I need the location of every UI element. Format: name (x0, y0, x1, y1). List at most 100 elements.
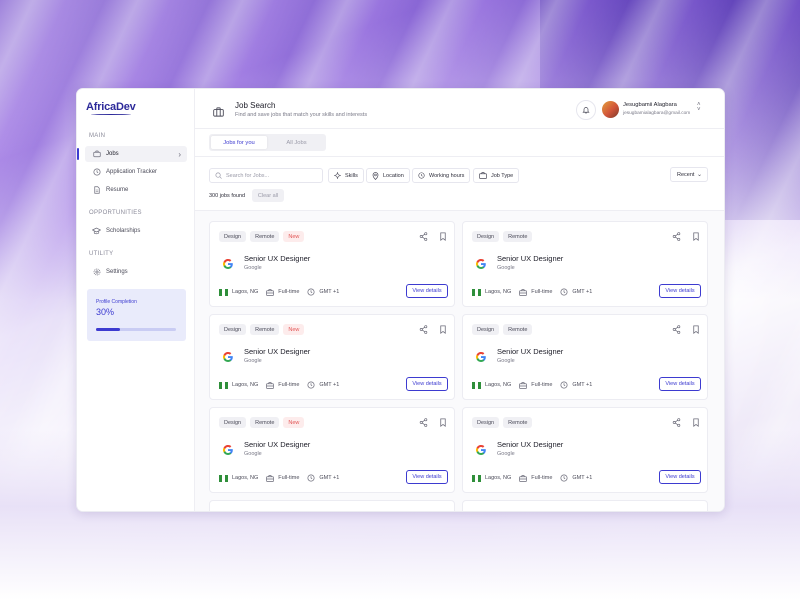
sparkle-icon (334, 172, 341, 179)
briefcase-icon (266, 288, 275, 296)
profile-completion-card[interactable]: Profile Completion 30% (87, 289, 186, 341)
company-name: Google (497, 265, 515, 271)
sort-select[interactable]: Recent ⌄ (670, 167, 708, 182)
sidebar-item-resume[interactable]: Resume (85, 182, 187, 198)
google-logo-icon (222, 443, 234, 455)
job-timezone: GMT +1 (572, 382, 593, 388)
share-icon[interactable] (418, 417, 428, 427)
job-card[interactable]: Design Remote Senior UX Designer Google L… (462, 407, 708, 493)
logo[interactable]: AfricaDev (86, 101, 136, 113)
clock-icon (560, 381, 568, 389)
search-placeholder: Search for Jobs... (226, 172, 270, 179)
nigeria-flag-icon (219, 288, 228, 296)
logo-swoosh (91, 113, 131, 115)
filter-label: Working hours (429, 172, 465, 179)
job-meta: Lagos, NG Full-time GMT +1 (472, 288, 592, 296)
google-logo-icon (222, 257, 234, 269)
job-type: Full-time (278, 475, 300, 481)
company-name: Google (497, 358, 515, 364)
bookmark-icon[interactable] (438, 324, 448, 334)
company-name: Google (244, 265, 262, 271)
briefcase-icon (519, 474, 528, 482)
location-pin-icon (372, 171, 379, 180)
view-details-button[interactable]: View details (406, 470, 448, 484)
bookmark-icon[interactable] (691, 324, 701, 334)
page-title: Job Search (235, 101, 276, 110)
gear-icon (92, 268, 101, 277)
filter-label: Location (383, 172, 404, 179)
job-location: Lagos, NG (485, 475, 512, 481)
document-icon (92, 186, 101, 195)
notification-button[interactable] (576, 100, 596, 120)
bookmark-icon[interactable] (438, 417, 448, 427)
page-header: Job Search Find and save jobs that match… (195, 89, 724, 129)
job-card[interactable]: Design Remote New Senior UX Designer Googl… (209, 221, 455, 307)
company-name: Google (244, 358, 262, 364)
job-tags: Design Remote (472, 231, 533, 242)
company-name: Google (244, 451, 262, 457)
sidebar-item-label: Scholarships (106, 228, 141, 234)
share-icon[interactable] (418, 324, 428, 334)
sidebar-item-settings[interactable]: Settings (85, 264, 187, 280)
sidebar-item-application-tracker[interactable]: Application Tracker (85, 164, 187, 180)
clock-icon (307, 474, 315, 482)
job-tag: Design (472, 231, 500, 242)
job-location: Lagos, NG (232, 475, 259, 481)
search-icon (215, 172, 222, 179)
nigeria-flag-icon (219, 474, 228, 482)
filter-skills-button[interactable]: Skills (328, 168, 364, 183)
jobs-count: 300 jobs found (209, 193, 246, 199)
job-location: Lagos, NG (485, 382, 512, 388)
tab-jobs-for-you[interactable]: Jobs for you (211, 136, 267, 149)
user-email: jesugbamialagbara@gmail.com (623, 111, 691, 116)
share-icon[interactable] (671, 324, 681, 334)
view-details-button[interactable]: View details (659, 377, 701, 391)
share-icon[interactable] (671, 231, 681, 241)
job-card[interactable]: Design Remote Senior UX Designer Google L… (462, 314, 708, 400)
job-tag: Remote (503, 324, 533, 335)
filter-job-type-button[interactable]: Job Type (473, 168, 520, 183)
job-type: Full-time (531, 475, 553, 481)
bookmark-icon[interactable] (438, 231, 448, 241)
briefcase-icon (479, 172, 487, 179)
section-label-opportunities: OPPORTUNITIES (89, 210, 142, 216)
google-logo-icon (475, 443, 487, 455)
view-details-button[interactable]: View details (406, 377, 448, 391)
bookmark-icon[interactable] (691, 417, 701, 427)
bookmark-icon[interactable] (691, 231, 701, 241)
job-tag: Design (472, 324, 500, 335)
tabs-bar: Jobs for you All Jobs (195, 129, 724, 157)
app-window: AfricaDev MAIN Jobs › Application Tracke… (76, 88, 725, 512)
filter-location-button[interactable]: Location (366, 168, 410, 183)
share-icon[interactable] (418, 231, 428, 241)
clear-all-button[interactable]: Clear all (252, 189, 284, 202)
avatar[interactable] (602, 101, 619, 118)
chevron-up-down-icon[interactable]: ˄ ˅ (697, 102, 701, 113)
job-location: Lagos, NG (485, 289, 512, 295)
share-icon[interactable] (671, 417, 681, 427)
job-tag: Design (219, 231, 247, 242)
job-card-partial (462, 500, 708, 511)
jobs-grid: Design Remote New Senior UX Designer Googl… (195, 211, 724, 511)
view-details-button[interactable]: View details (659, 284, 701, 298)
filter-working-hours-button[interactable]: Working hours (412, 168, 471, 183)
tab-all-jobs[interactable]: All Jobs (269, 136, 324, 149)
sidebar-item-scholarships[interactable]: Scholarships (85, 223, 187, 239)
clock-icon (307, 381, 315, 389)
nigeria-flag-icon (472, 474, 481, 482)
job-card[interactable]: Design Remote New Senior UX Designer Googl… (209, 314, 455, 400)
job-title: Senior UX Designer (497, 347, 564, 356)
job-location: Lagos, NG (232, 382, 259, 388)
view-details-button[interactable]: View details (406, 284, 448, 298)
job-title: Senior UX Designer (244, 347, 311, 356)
briefcase-icon (266, 474, 275, 482)
sidebar-item-label: Jobs (106, 151, 119, 157)
filter-bar: Search for Jobs... Skills Location Worki… (195, 157, 724, 211)
search-input[interactable]: Search for Jobs... (209, 168, 323, 183)
view-details-button[interactable]: View details (659, 470, 701, 484)
job-card[interactable]: Design Remote New Senior UX Designer Googl… (209, 407, 455, 493)
chevron-right-icon: › (178, 149, 181, 159)
job-card[interactable]: Design Remote Senior UX Designer Google L… (462, 221, 708, 307)
sidebar-item-label: Resume (106, 187, 129, 193)
sidebar-item-jobs[interactable]: Jobs › (85, 146, 187, 162)
